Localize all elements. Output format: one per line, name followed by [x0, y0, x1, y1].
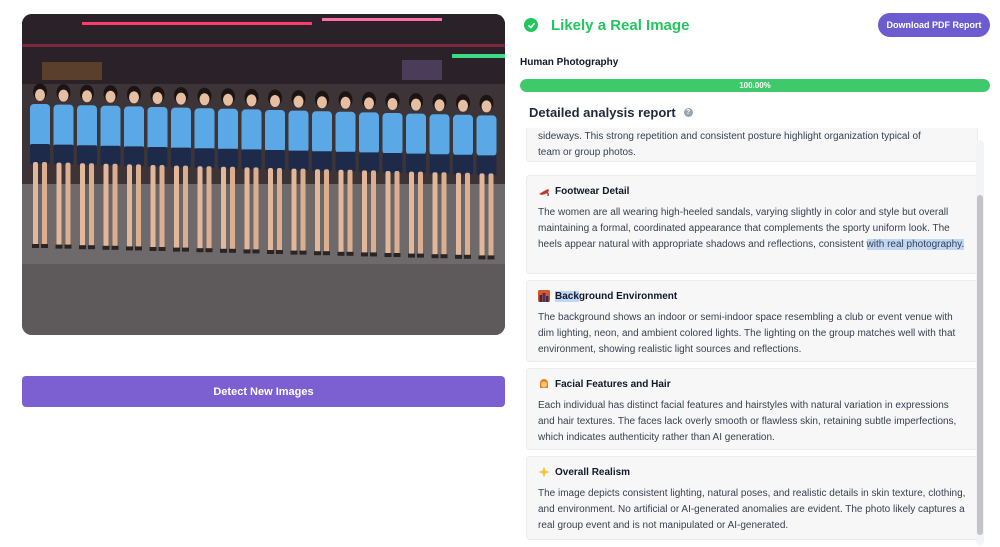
report-card-title: Facial Features and Hair — [538, 377, 966, 391]
question-icon[interactable]: ? — [683, 108, 693, 117]
report-card-background: Background Environment The background sh… — [526, 280, 978, 362]
report-card-partial-body: sideways. This strong repetition and con… — [538, 129, 966, 161]
report-card-body: The background shows an indoor or semi-i… — [538, 312, 956, 355]
report-card-title: Footwear Detail — [538, 184, 966, 198]
partial-text-line: sideways. This strong repetition and con… — [538, 131, 921, 142]
classification-label: Human Photography — [520, 57, 619, 68]
highlighted-text: with real photography. — [866, 239, 965, 250]
uploaded-photo — [22, 14, 505, 335]
report-title: Detailed analysis report — [529, 105, 676, 120]
report-card-title: Overall Realism — [538, 465, 966, 479]
card-title-text: Background Environment — [555, 290, 678, 302]
report-card-title: Background Environment — [538, 289, 966, 303]
card-title-text: Overall Realism — [555, 466, 631, 478]
card-title-text: Footwear Detail — [555, 185, 630, 197]
report-scrollbar-thumb[interactable] — [977, 195, 983, 535]
confidence-value: 100.00% — [739, 81, 771, 90]
highlighted-text: Back — [555, 290, 579, 302]
download-pdf-report-button[interactable]: Download PDF Report — [878, 13, 990, 37]
check-circle-icon — [524, 18, 538, 32]
report-header: Detailed analysis report ? — [529, 105, 693, 120]
sparkle-star-icon — [538, 466, 550, 478]
report-card-body: Each individual has distinct facial feat… — [538, 400, 957, 443]
report-scroll-panel[interactable]: sideways. This strong repetition and con… — [520, 128, 990, 547]
card-title-text: Facial Features and Hair — [555, 378, 671, 390]
partial-text-line: team or group photos. — [538, 147, 636, 158]
detect-new-images-button[interactable]: Detect New Images — [22, 376, 505, 407]
group-photo-image — [22, 14, 505, 335]
card-title-rest: ground Environment — [578, 290, 678, 302]
report-card-body: The women are all wearing high-heeled sa… — [538, 205, 966, 253]
high-heel-icon — [539, 189, 549, 196]
city-skyline-icon — [538, 290, 550, 302]
confidence-progress-bar: 100.00% — [520, 79, 990, 92]
confidence-progress-fill: 100.00% — [520, 79, 990, 92]
report-card-footwear: Footwear Detail The women are all wearin… — [526, 175, 978, 274]
person-face-icon — [540, 379, 548, 388]
verdict-header: Likely a Real Image — [524, 14, 689, 36]
report-card-facial: Facial Features and Hair Each individual… — [526, 368, 978, 450]
report-card-partial: sideways. This strong repetition and con… — [526, 128, 978, 162]
verdict-title: Likely a Real Image — [551, 16, 690, 34]
report-card-body: The image depicts consistent lighting, n… — [538, 488, 966, 531]
report-card-overall: Overall Realism The image depicts consis… — [526, 456, 978, 540]
